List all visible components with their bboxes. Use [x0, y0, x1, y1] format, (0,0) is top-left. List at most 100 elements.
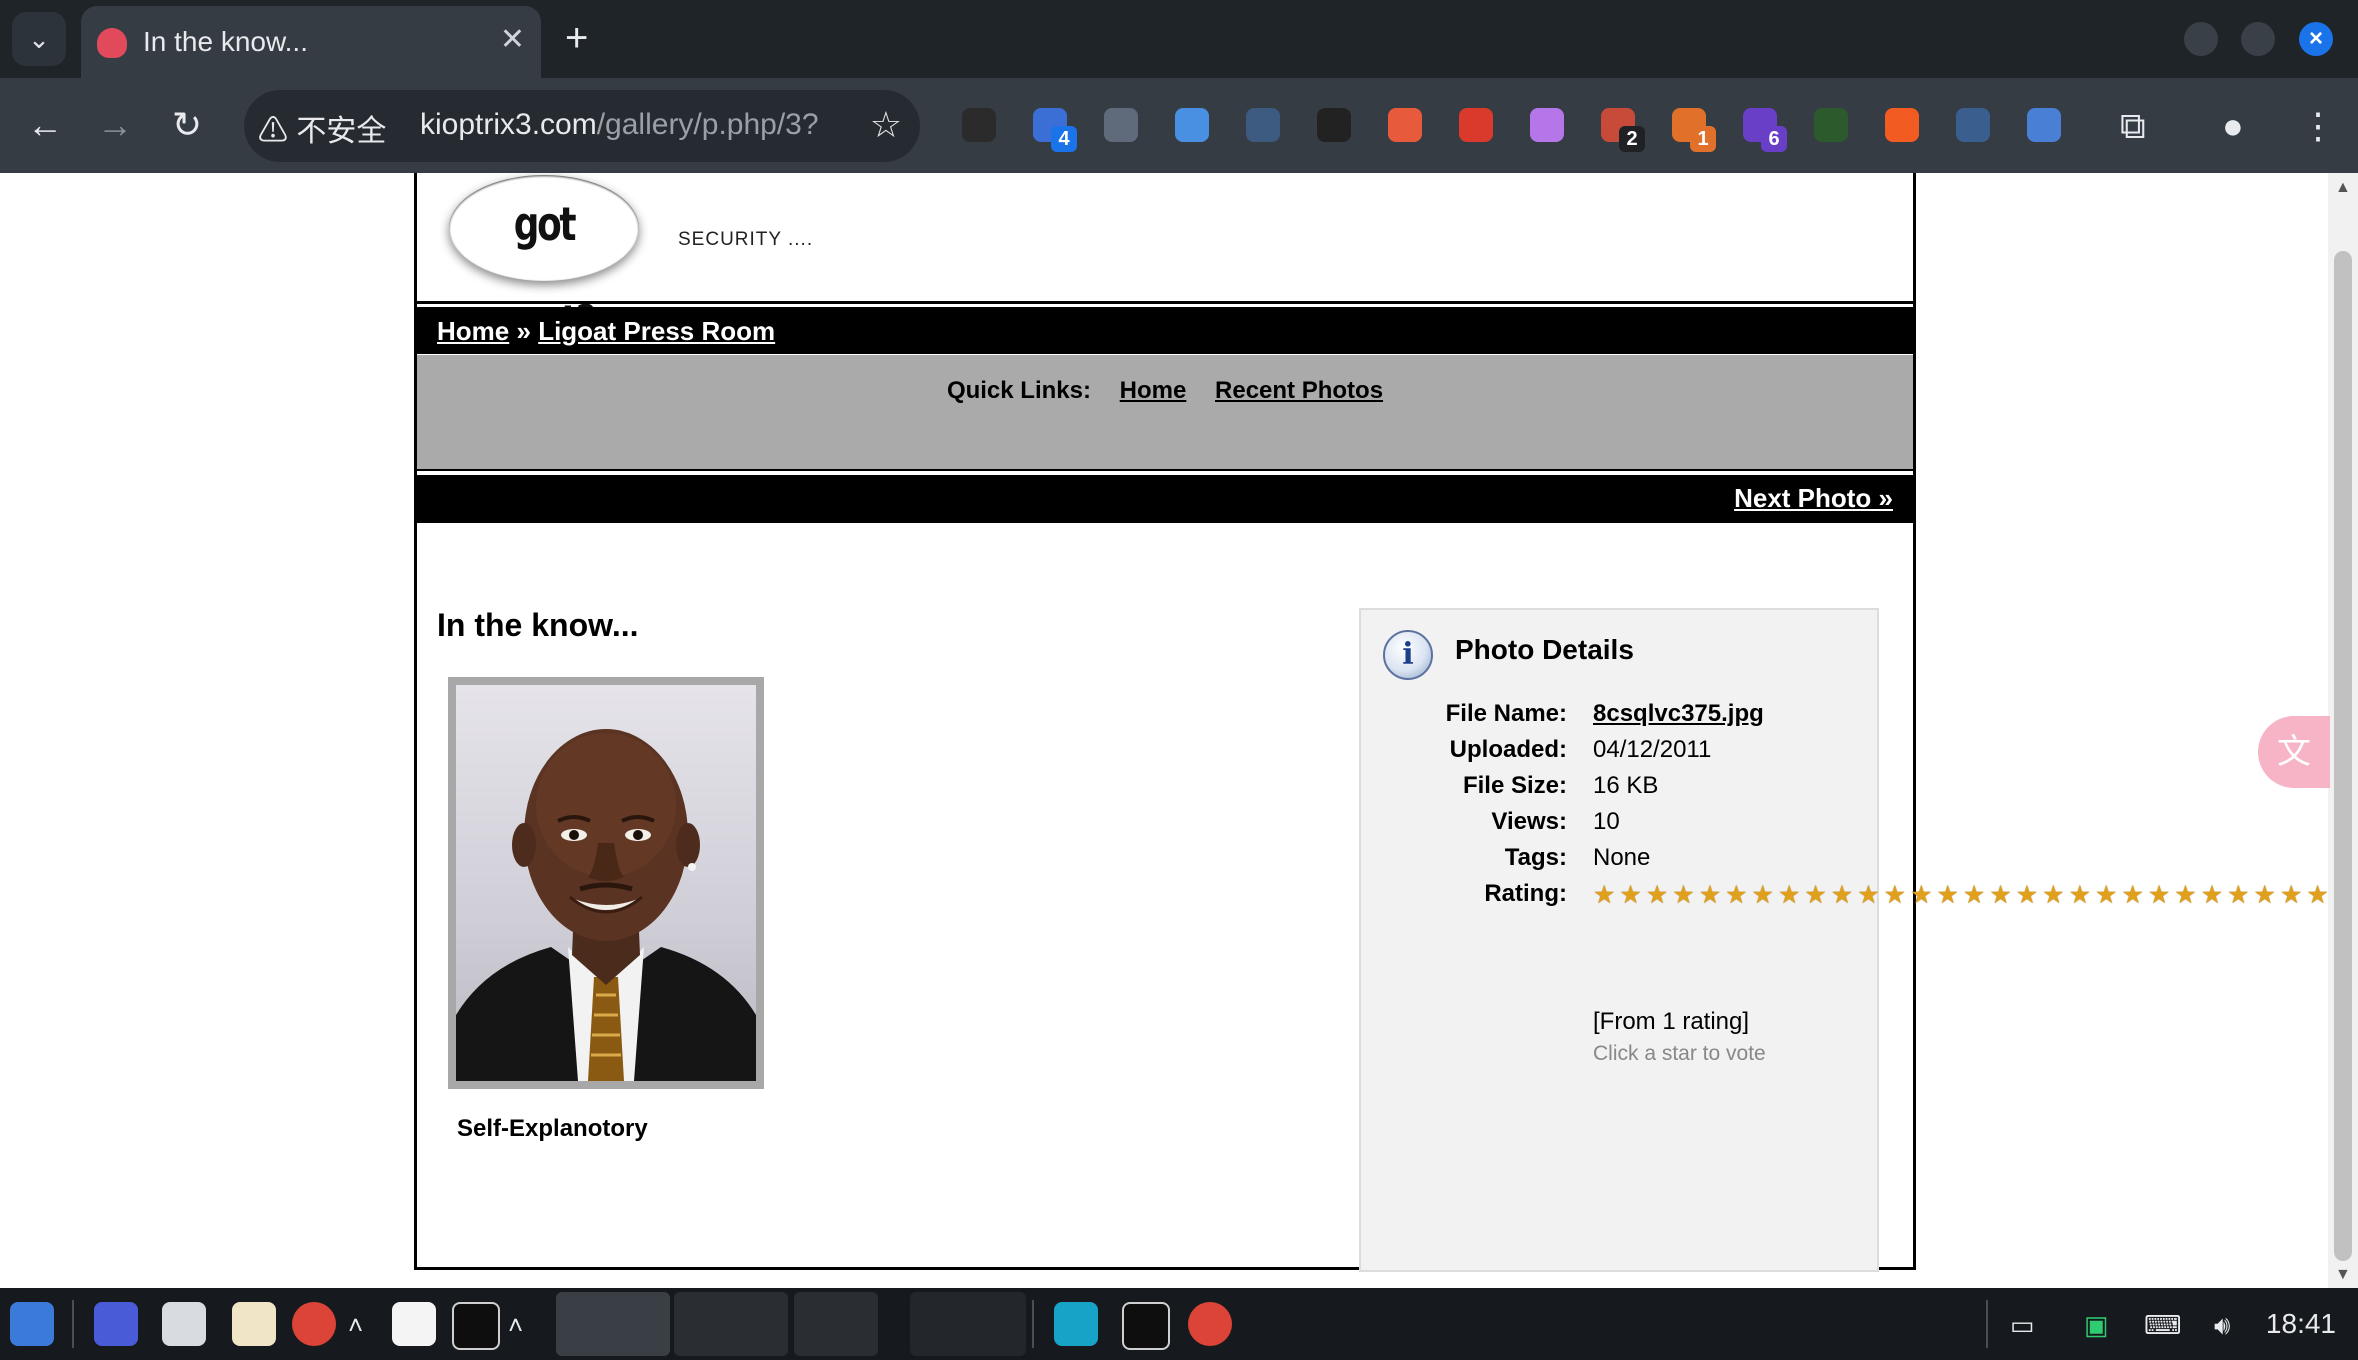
taskbar-chrome-window[interactable]	[556, 1292, 670, 1356]
app-launcher-icon[interactable]	[10, 1302, 54, 1346]
rating-star-icon[interactable]: ★	[1831, 881, 1854, 909]
address-bar[interactable]: ⚠ 不安全 kioptrix3.com/gallery/p.php/3? ☆	[244, 90, 920, 162]
rating-star-icon[interactable]: ★	[1989, 881, 2012, 909]
launcher-expand-icon[interactable]: ˄	[348, 1310, 363, 1341]
url-text[interactable]: kioptrix3.com/gallery/p.php/3?	[420, 108, 819, 142]
ext-5-icon[interactable]	[1246, 108, 1280, 142]
rating-star-icon[interactable]: ★	[1725, 881, 1748, 909]
new-tab-button[interactable]: +	[565, 14, 588, 62]
rating-star-icon[interactable]: ★	[2095, 881, 2118, 909]
translate-icon[interactable]: 文	[2258, 716, 2330, 788]
terminal-launcher-icon[interactable]	[452, 1302, 500, 1350]
photo-frame	[448, 677, 764, 1089]
taskbar-terminal-windows[interactable]	[674, 1292, 788, 1356]
site-logo[interactable]: got goat?	[449, 175, 639, 349]
keyboard-tray-icon[interactable]: ⌨	[2144, 1310, 2182, 1341]
ext-8-icon[interactable]	[1459, 108, 1493, 142]
quick-link-home[interactable]: Home	[1120, 377, 1187, 404]
image-viewer-icon[interactable]	[232, 1302, 276, 1346]
extensions-puzzle-icon[interactable]: ⧉	[2120, 104, 2146, 148]
text-editor-icon[interactable]	[392, 1302, 436, 1346]
rating-star-icon[interactable]: ★	[1804, 881, 1827, 909]
rating-star-icon[interactable]: ★	[1619, 881, 1642, 909]
ext-16-icon[interactable]	[2027, 108, 2061, 142]
scroll-up-arrow-icon[interactable]: ▲	[2335, 179, 2351, 197]
bookmark-star-icon[interactable]: ☆	[870, 104, 902, 146]
taskbar-separator	[1032, 1300, 1034, 1348]
rating-star-icon[interactable]: ★	[2254, 881, 2277, 909]
rating-star-icon[interactable]: ★	[2121, 881, 2144, 909]
wireshark-icon[interactable]	[1054, 1302, 1098, 1346]
photo-image[interactable]	[456, 685, 756, 1081]
ext-12-icon[interactable]: 6	[1743, 108, 1787, 152]
next-photo-link[interactable]: Next Photo »	[1734, 483, 1893, 514]
ext-9-icon[interactable]	[1530, 108, 1564, 142]
rating-star-icon[interactable]: ★	[2227, 881, 2250, 909]
file-manager-icon[interactable]	[162, 1302, 206, 1346]
ext-4-icon[interactable]	[1175, 108, 1209, 142]
rating-star-icon[interactable]: ★	[2280, 881, 2303, 909]
rating-star-icon[interactable]: ★	[1752, 881, 1775, 909]
rating-star-icon[interactable]: ★	[2069, 881, 2092, 909]
forward-icon[interactable]: →	[92, 102, 138, 148]
rating-star-icon[interactable]: ★	[2042, 881, 2065, 909]
security-tray-icon[interactable]: ▣	[2084, 1310, 2109, 1341]
ext-3-icon[interactable]	[1104, 108, 1138, 142]
volume-tray-icon[interactable]: 🔊︎	[2214, 1310, 2230, 1342]
breadcrumb-section-link[interactable]: Ligoat Press Room	[538, 316, 775, 346]
ext-10-icon[interactable]: 2	[1601, 108, 1645, 152]
ext-2-icon[interactable]: 4	[1033, 108, 1077, 152]
reload-icon[interactable]: ↻	[164, 102, 210, 148]
not-secure-indicator[interactable]: ⚠ 不安全	[258, 106, 386, 150]
rating-star-icon[interactable]: ★	[1936, 881, 1959, 909]
ext-6-icon[interactable]	[1317, 108, 1351, 142]
window-maximize-button[interactable]	[2241, 22, 2275, 56]
terminal-icon[interactable]	[1122, 1302, 1170, 1350]
ext-7-icon[interactable]	[1388, 108, 1422, 142]
back-icon[interactable]: ←	[22, 102, 68, 148]
site-container: got goat? SECURITY .... Home » Ligoat Pr…	[414, 173, 2328, 1272]
profile-icon[interactable]: ●	[2222, 104, 2244, 148]
rating-star-icon[interactable]: ★	[2016, 881, 2039, 909]
rating-star-icon[interactable]: ★	[1646, 881, 1669, 909]
browser-menu-icon[interactable]: ⋮	[2300, 104, 2336, 148]
ext-13-icon[interactable]	[1814, 108, 1848, 142]
taskbar-terminal-window[interactable]	[794, 1292, 878, 1356]
chrome-icon[interactable]	[1188, 1302, 1232, 1346]
ext-14-icon[interactable]	[1885, 108, 1919, 142]
chrome-launcher-icon[interactable]	[292, 1302, 336, 1346]
file-name-link[interactable]: 8csqlvc375.jpg	[1593, 700, 1764, 727]
display-tray-icon[interactable]: ▭	[2010, 1310, 2035, 1341]
rating-star-icon[interactable]: ★	[2201, 881, 2224, 909]
rating-star-icon[interactable]: ★	[2148, 881, 2171, 909]
rating-star-icon[interactable]: ★	[1857, 881, 1880, 909]
rating-star-icon[interactable]: ★	[1884, 881, 1907, 909]
tab-search-button[interactable]: ⌄	[12, 12, 66, 66]
desktop-icon[interactable]	[94, 1302, 138, 1346]
rating-star-icon[interactable]: ★	[1963, 881, 1986, 909]
rating-star-icon[interactable]: ★	[1593, 881, 1616, 909]
page-scrollbar[interactable]: ▲ ▼	[2328, 173, 2358, 1288]
ext-15-icon[interactable]	[1956, 108, 1990, 142]
quick-link-recent-photos[interactable]: Recent Photos	[1215, 377, 1383, 404]
rating-star-icon[interactable]: ★	[1910, 881, 1933, 909]
rating-stars[interactable]: ★★★★★★★★★★★★★★★★★★★★★★★★★★★★★★★★★★★★★★★★…	[1593, 880, 2328, 911]
rating-star-icon[interactable]: ★	[2174, 881, 2197, 909]
breadcrumb-home-link[interactable]: Home	[437, 316, 509, 346]
rating-star-icon[interactable]: ★	[1699, 881, 1722, 909]
photo-details-panel: i Photo Details File Name: 8csqlvc375.jp…	[1359, 608, 2328, 1272]
os-taskbar: ˄ ˄ ▭ ▣ ⌨ 🔊︎ 18:41	[0, 1288, 2358, 1360]
tab-active[interactable]: In the know... ✕	[81, 6, 541, 78]
tab-close-icon[interactable]: ✕	[500, 22, 525, 57]
scroll-thumb[interactable]	[2334, 251, 2352, 1261]
ext-11-icon[interactable]: 1	[1672, 108, 1716, 152]
window-minimize-button[interactable]	[2184, 22, 2218, 56]
rating-star-icon[interactable]: ★	[1672, 881, 1695, 909]
window-close-button[interactable]: ×	[2299, 22, 2333, 56]
ext-1-icon[interactable]	[962, 108, 996, 142]
terminal-expand-icon[interactable]: ˄	[508, 1310, 523, 1341]
scroll-down-arrow-icon[interactable]: ▼	[2335, 1266, 2351, 1284]
rating-star-icon[interactable]: ★	[1778, 881, 1801, 909]
rating-star-icon[interactable]: ★	[2306, 881, 2328, 909]
photo-caption: Self-Explanotory	[457, 1115, 648, 1142]
